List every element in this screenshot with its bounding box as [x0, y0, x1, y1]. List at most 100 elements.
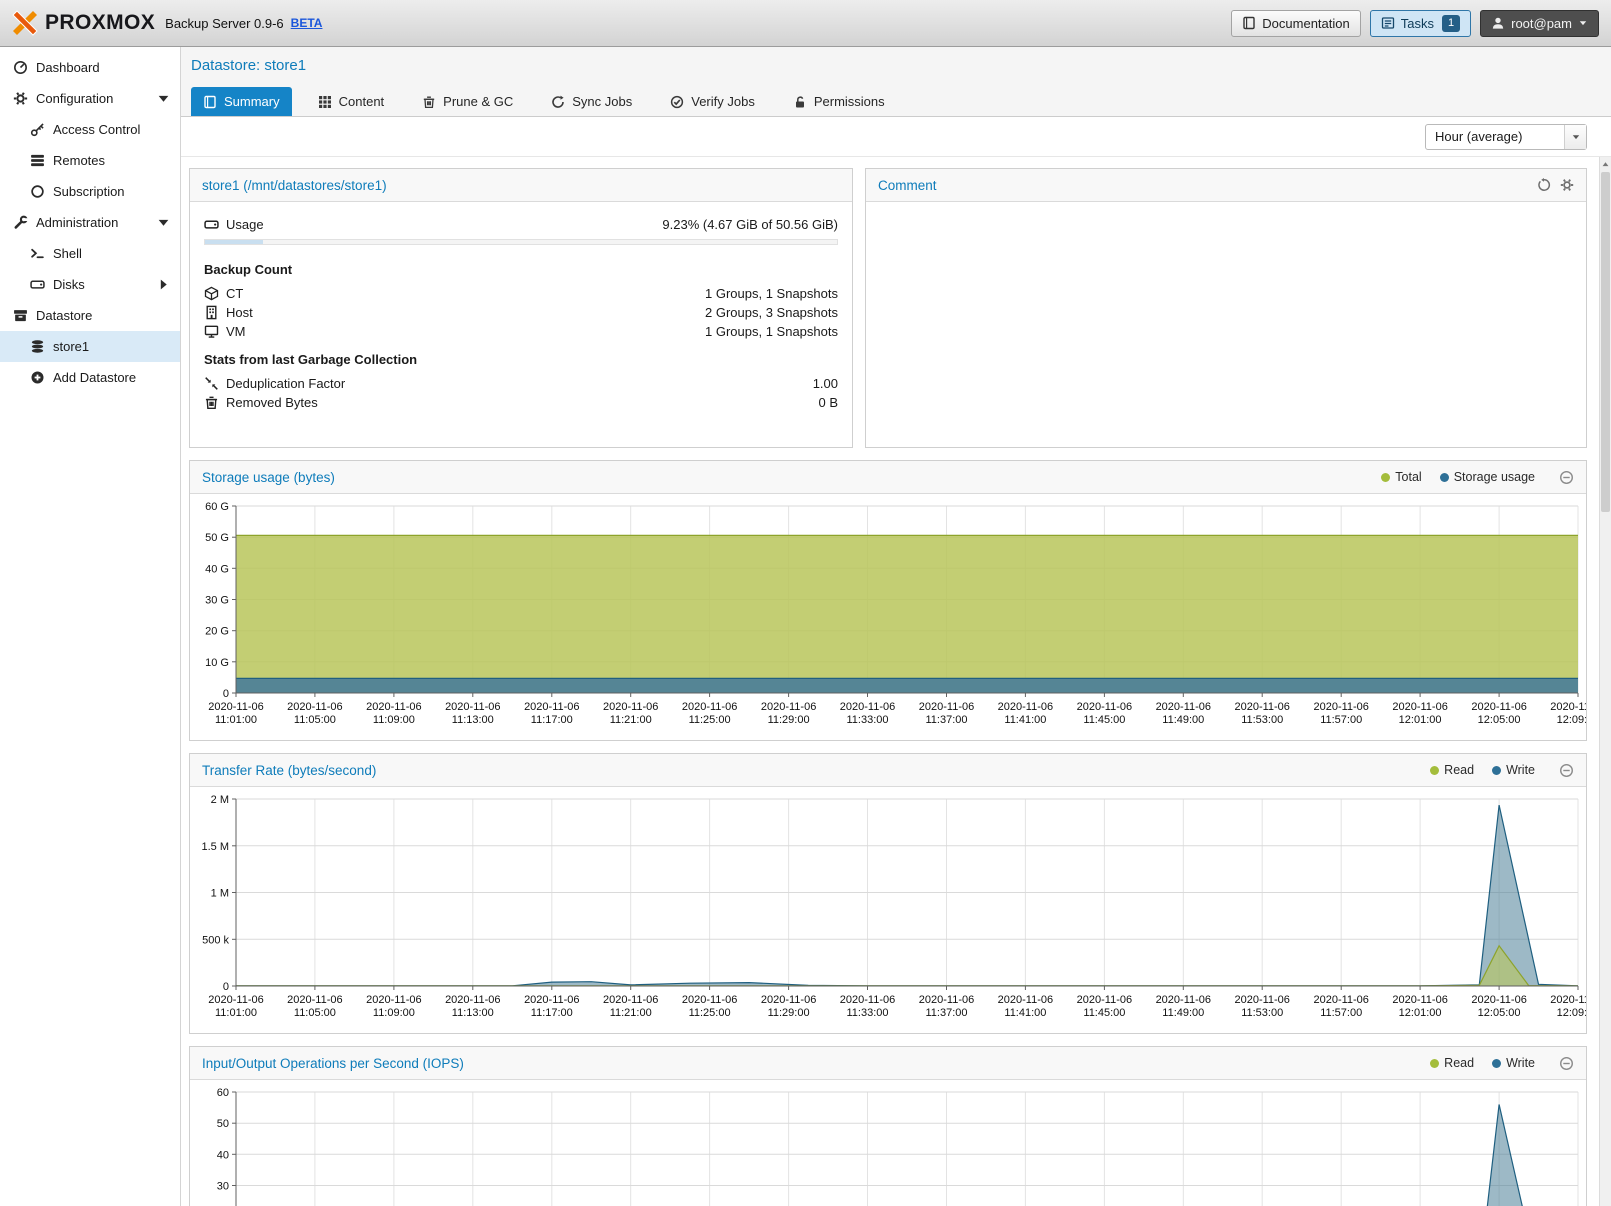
svg-text:2020-11-06: 2020-11-06: [1550, 994, 1586, 1006]
svg-text:2020-11-06: 2020-11-06: [366, 994, 421, 1006]
chart-legend: Read Write: [1430, 1056, 1574, 1071]
timeframe-select[interactable]: Hour (average): [1425, 124, 1587, 150]
gc-stats-heading: Stats from last Garbage Collection: [190, 341, 852, 374]
sidebar-item-subscription[interactable]: Subscription: [0, 176, 180, 207]
svg-text:11:13:00: 11:13:00: [452, 1007, 494, 1019]
svg-text:2020-11-06: 2020-11-06: [603, 994, 658, 1006]
wrench-icon: [13, 215, 28, 230]
chevron-down-icon[interactable]: [156, 215, 171, 230]
documentation-button[interactable]: Documentation: [1231, 10, 1360, 37]
backup-count-heading: Backup Count: [190, 251, 852, 284]
collapse-panel-icon[interactable]: [1559, 1056, 1574, 1071]
legend-read[interactable]: Read: [1430, 763, 1474, 777]
sidebar-item-datastore[interactable]: Datastore: [0, 300, 180, 331]
svg-text:2020-11-06: 2020-11-06: [840, 994, 895, 1006]
tab-sync-jobs[interactable]: Sync Jobs: [539, 87, 644, 116]
sidebar-item-label: Add Datastore: [53, 370, 136, 385]
tab-verify-jobs[interactable]: Verify Jobs: [658, 87, 767, 116]
sidebar-item-shell[interactable]: Shell: [0, 238, 180, 269]
svg-text:2020-11-06: 2020-11-06: [1550, 701, 1586, 713]
sidebar-item-label: Administration: [36, 215, 118, 230]
stat-value: 0 B: [818, 395, 838, 410]
svg-text:11:13:00: 11:13:00: [452, 714, 494, 726]
chart-canvas: 60 G50 G40 G30 G20 G10 G02020-11-0611:01…: [190, 494, 1586, 740]
svg-text:11:25:00: 11:25:00: [689, 714, 731, 726]
svg-text:11:25:00: 11:25:00: [689, 1007, 731, 1019]
svg-text:11:49:00: 11:49:00: [1162, 1007, 1204, 1019]
revert-icon[interactable]: [1537, 178, 1551, 192]
sidebar-item-dashboard[interactable]: Dashboard: [0, 52, 180, 83]
datastore-stats: Usage9.23% (4.67 GiB of 50.56 GiB) Backup…: [190, 202, 852, 412]
svg-text:12:05:00: 12:05:00: [1478, 714, 1521, 726]
svg-text:2020-11-06: 2020-11-06: [1313, 994, 1368, 1006]
tasks-button[interactable]: Tasks 1: [1370, 10, 1471, 37]
charts-container: Storage usage (bytes) Total Storage usage 6…: [189, 460, 1587, 1206]
tab-summary[interactable]: Summary: [191, 87, 292, 116]
chart-title: Storage usage (bytes): [202, 470, 335, 485]
usage-row: Usage9.23% (4.67 GiB of 50.56 GiB): [190, 215, 852, 234]
stat-value: 2 Groups, 3 Snapshots: [705, 305, 838, 320]
stat-label: Deduplication Factor: [226, 376, 345, 391]
svg-text:2020-11-06: 2020-11-06: [1392, 701, 1447, 713]
beta-link[interactable]: BETA: [291, 16, 323, 30]
legend-label: Write: [1506, 1056, 1535, 1070]
tab-permissions[interactable]: Permissions: [781, 87, 897, 116]
legend-write[interactable]: Write: [1492, 1056, 1535, 1070]
stat-value: 1.00: [813, 376, 838, 391]
sidebar-item-store1[interactable]: store1: [0, 331, 180, 362]
collapse-panel-icon[interactable]: [1559, 470, 1574, 485]
monitor-icon: [204, 324, 219, 339]
scrollbar-thumb[interactable]: [1601, 172, 1610, 512]
select-trigger[interactable]: [1564, 125, 1586, 149]
svg-text:2020-11-06: 2020-11-06: [603, 701, 658, 713]
svg-text:2020-11-06: 2020-11-06: [761, 994, 816, 1006]
scroll-up-button[interactable]: [1600, 157, 1611, 171]
tab-prune-gc[interactable]: Prune & GC: [410, 87, 525, 116]
legend-write[interactable]: Write: [1492, 763, 1535, 777]
sidebar-item-label: Access Control: [53, 122, 140, 137]
svg-text:2020-11-06: 2020-11-06: [919, 701, 974, 713]
user-menu-button[interactable]: root@pam: [1480, 10, 1599, 37]
page-header: Datastore: store1: [181, 47, 1611, 83]
legend-storage-usage[interactable]: Storage usage: [1440, 470, 1535, 484]
svg-text:2020-11-06: 2020-11-06: [524, 994, 579, 1006]
app-header: PROXMOX Backup Server 0.9-6 BETA Documen…: [0, 0, 1611, 47]
legend-read[interactable]: Read: [1430, 1056, 1474, 1070]
chevron-down-icon[interactable]: [156, 91, 171, 106]
chevron-down-icon: [1571, 132, 1581, 142]
sidebar-item-add-datastore[interactable]: Add Datastore: [0, 362, 180, 393]
main-area: Datastore: store1 Summary Content Prune & …: [181, 47, 1611, 1206]
svg-text:2020-11-06: 2020-11-06: [208, 994, 263, 1006]
svg-text:2020-11-06: 2020-11-06: [287, 994, 342, 1006]
tab-content[interactable]: Content: [306, 87, 397, 116]
comment-panel-title: Comment: [878, 178, 937, 193]
check-circle-icon: [670, 95, 684, 109]
svg-text:40 G: 40 G: [205, 563, 229, 575]
sidebar-item-disks[interactable]: Disks: [0, 269, 180, 300]
sidebar-item-access-control[interactable]: Access Control: [0, 114, 180, 145]
vertical-scrollbar[interactable]: [1599, 157, 1611, 1206]
legend-label: Total: [1395, 470, 1421, 484]
chevron-right-icon[interactable]: [156, 277, 171, 292]
sidebar-item-label: Dashboard: [36, 60, 100, 75]
edit-gear-icon[interactable]: [1560, 178, 1574, 192]
book-icon: [203, 95, 217, 109]
svg-text:11:29:00: 11:29:00: [768, 1007, 810, 1019]
collapse-panel-icon[interactable]: [1559, 763, 1574, 778]
svg-text:11:49:00: 11:49:00: [1162, 714, 1204, 726]
svg-text:11:17:00: 11:17:00: [531, 714, 573, 726]
sidebar-item-administration[interactable]: Administration: [0, 207, 180, 238]
sidebar-item-remotes[interactable]: Remotes: [0, 145, 180, 176]
toolbar: Hour (average): [181, 117, 1611, 157]
sidebar-item-label: Remotes: [53, 153, 105, 168]
svg-text:11:09:00: 11:09:00: [373, 714, 415, 726]
chart-panel-input-output-operations-per-second-iops: Input/Output Operations per Second (IOPS…: [189, 1046, 1587, 1206]
tasks-list-icon: [1381, 16, 1395, 30]
svg-text:2020-11-06: 2020-11-06: [366, 701, 421, 713]
legend-total[interactable]: Total: [1381, 470, 1421, 484]
svg-text:10 G: 10 G: [205, 657, 229, 669]
svg-text:11:09:00: 11:09:00: [373, 1007, 415, 1019]
hdd-icon: [204, 217, 219, 232]
sidebar-item-configuration[interactable]: Configuration: [0, 83, 180, 114]
svg-text:11:53:00: 11:53:00: [1241, 1007, 1283, 1019]
